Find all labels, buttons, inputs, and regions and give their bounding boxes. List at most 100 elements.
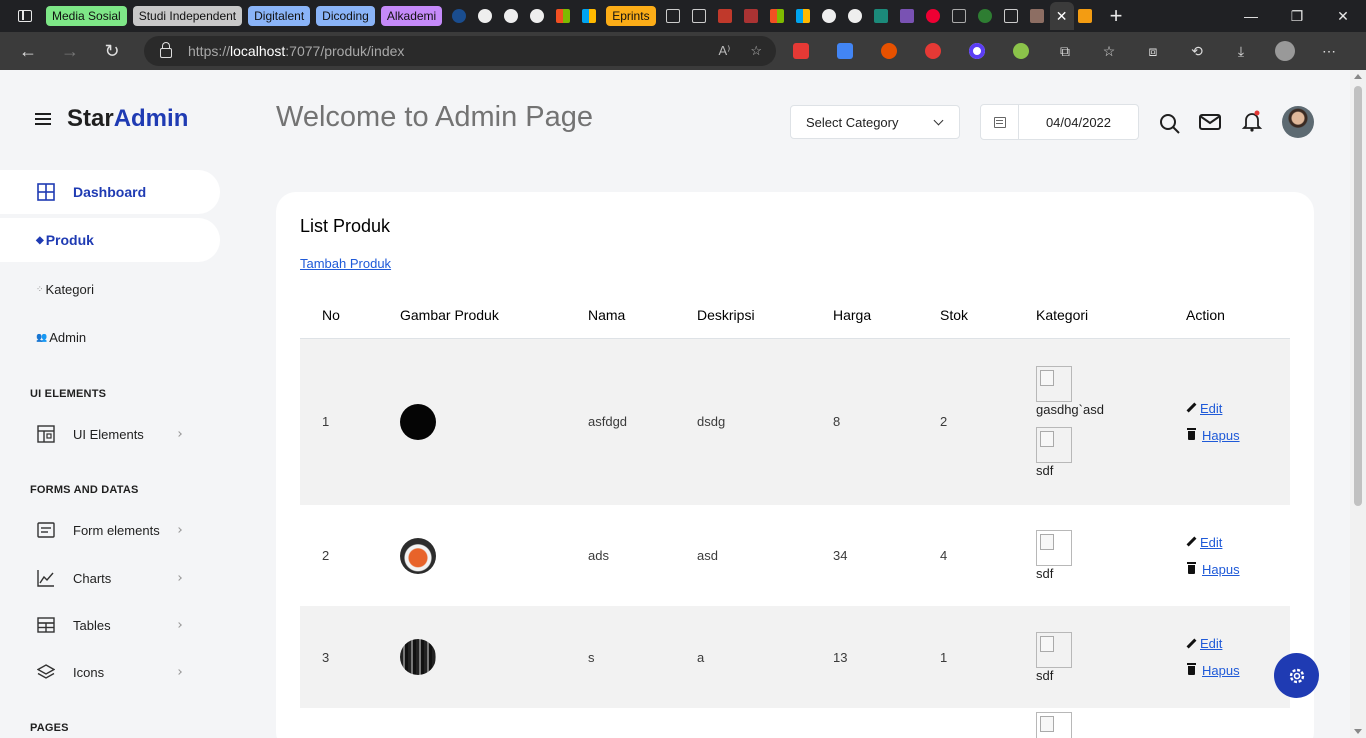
- sidebar-item-form-elements[interactable]: Form elements: [0, 508, 220, 552]
- pdf-tab-icon[interactable]: [740, 5, 762, 27]
- forward-icon[interactable]: →: [56, 37, 84, 65]
- microsoft-tab-icon[interactable]: [552, 5, 574, 27]
- table-row: 3 s a 13 1 sdf Edit Hapus: [300, 606, 1290, 708]
- github-tab-icon[interactable]: [526, 5, 548, 27]
- add-product-link[interactable]: Tambah Produk: [300, 256, 391, 271]
- tab-favicon[interactable]: [448, 5, 470, 27]
- broken-image-icon: [1036, 631, 1072, 668]
- edit-action: Edit: [1186, 535, 1290, 550]
- restore-icon[interactable]: ❐: [1274, 0, 1320, 32]
- extensions-icon[interactable]: ⧉: [1052, 38, 1078, 64]
- product-table: No Gambar Produk Nama Deskripsi Harga St…: [300, 292, 1290, 738]
- new-tab-button[interactable]: +: [1110, 5, 1123, 27]
- translate-icon[interactable]: [832, 38, 858, 64]
- adblock-icon[interactable]: [920, 38, 946, 64]
- sidebar-item-ui-elements[interactable]: UI Elements: [0, 412, 220, 456]
- col-header-kategori: Kategori: [1036, 292, 1186, 339]
- document-tab-icon[interactable]: [1000, 5, 1022, 27]
- menu-toggle-icon[interactable]: [35, 113, 51, 125]
- date-picker[interactable]: 04/04/2022: [980, 104, 1139, 140]
- pdf-tab-icon[interactable]: [714, 5, 736, 27]
- close-tab-icon[interactable]: ✕: [1049, 2, 1074, 30]
- delete-link[interactable]: Hapus: [1202, 663, 1240, 678]
- site-tab-icon[interactable]: [974, 5, 996, 27]
- tab-group-digitalent[interactable]: Digitalent: [248, 6, 311, 26]
- document-tab-icon[interactable]: [688, 5, 710, 27]
- category-name: sdf: [1036, 667, 1054, 683]
- scroll-thumb[interactable]: [1354, 86, 1362, 506]
- site-tab-icon[interactable]: [948, 5, 970, 27]
- sidebar-item-icons[interactable]: Icons: [0, 650, 220, 694]
- search-icon[interactable]: [1158, 112, 1182, 136]
- card-title: List Produk: [300, 216, 391, 236]
- github-tab-icon[interactable]: [844, 5, 866, 27]
- sidebar-item-admin[interactable]: 👥 Admin: [36, 330, 86, 345]
- cell-nama: ads: [588, 548, 609, 563]
- microsoft-tab-icon[interactable]: [766, 5, 788, 27]
- tab-group-alkademi[interactable]: Alkademi: [380, 6, 443, 26]
- tab-actions-icon[interactable]: [18, 10, 32, 22]
- delete-link[interactable]: Hapus: [1202, 562, 1240, 577]
- site-tab-icon[interactable]: [870, 5, 892, 27]
- site-tab-icon[interactable]: [1074, 5, 1096, 27]
- url-field[interactable]: https://localhost:7077/produk/index A⁾ ☆: [144, 36, 776, 66]
- microsoft-tab-icon[interactable]: [792, 5, 814, 27]
- sidebar-section-forms: FORMS AND DATAS: [30, 484, 139, 496]
- tab-group-media-sosial[interactable]: Media Sosial: [46, 6, 127, 26]
- sidebar-item-kategori[interactable]: ⁘ Kategori: [36, 282, 94, 297]
- delete-link[interactable]: Hapus: [1202, 428, 1240, 443]
- github-tab-icon[interactable]: [500, 5, 522, 27]
- settings-more-icon[interactable]: ⋯: [1316, 38, 1342, 64]
- cell-kategori: sdf: [1036, 606, 1186, 708]
- refresh-icon[interactable]: ↻: [98, 37, 126, 65]
- collections-icon[interactable]: ⧈: [1140, 38, 1166, 64]
- extension-icon[interactable]: [1008, 38, 1034, 64]
- sidebar-item-tables[interactable]: Tables: [0, 603, 220, 647]
- page-scrollbar[interactable]: [1350, 70, 1366, 738]
- lock-icon[interactable]: [160, 42, 172, 58]
- scroll-up-icon[interactable]: [1354, 74, 1362, 79]
- microsoft-tab-icon[interactable]: [578, 5, 600, 27]
- sidebar-item-produk[interactable]: ◆ Produk: [0, 218, 220, 262]
- settings-fab[interactable]: [1274, 653, 1319, 698]
- extension-icon[interactable]: [964, 38, 990, 64]
- profile-icon[interactable]: [1272, 38, 1298, 64]
- add-favorite-icon[interactable]: ☆: [750, 43, 762, 59]
- github-tab-icon[interactable]: [818, 5, 840, 27]
- sidebar-section-ui: UI ELEMENTS: [30, 388, 107, 400]
- tab-group-dicoding[interactable]: Dicoding: [316, 6, 375, 26]
- mail-icon[interactable]: [1198, 110, 1222, 134]
- chevron-right-icon: [176, 431, 182, 437]
- brand-logo[interactable]: StarAdmin: [67, 105, 188, 133]
- back-icon[interactable]: ←: [14, 37, 42, 65]
- close-window-icon[interactable]: ✕: [1320, 0, 1366, 32]
- history-icon[interactable]: ⟲: [1184, 38, 1210, 64]
- downloads-icon[interactable]: ⤓: [1228, 38, 1254, 64]
- read-aloud-icon[interactable]: A⁾: [718, 43, 730, 59]
- tab-group-eprints[interactable]: Eprints: [606, 6, 656, 26]
- edit-link[interactable]: Edit: [1200, 636, 1222, 651]
- extension-icon[interactable]: [876, 38, 902, 64]
- sidebar-item-charts[interactable]: Charts: [0, 556, 220, 600]
- edit-link[interactable]: Edit: [1200, 401, 1222, 416]
- calendar-icon[interactable]: [981, 105, 1019, 139]
- tag-icon: ◆: [36, 234, 44, 246]
- bootstrap-tab-icon[interactable]: [896, 5, 918, 27]
- table-row: [300, 708, 1290, 738]
- category-select[interactable]: Select Category: [790, 105, 960, 139]
- github-tab-icon[interactable]: [474, 5, 496, 27]
- extension-icon[interactable]: [788, 38, 814, 64]
- document-tab-icon[interactable]: [662, 5, 684, 27]
- site-tab-icon[interactable]: [1026, 5, 1048, 27]
- sidebar-item-dashboard[interactable]: Dashboard: [0, 170, 220, 214]
- bell-icon[interactable]: [1240, 109, 1264, 133]
- avatar[interactable]: [1282, 106, 1314, 138]
- favorites-icon[interactable]: ☆: [1096, 38, 1122, 64]
- scroll-down-icon[interactable]: [1354, 729, 1362, 734]
- line-chart-icon: [37, 570, 54, 587]
- edit-link[interactable]: Edit: [1200, 535, 1222, 550]
- grid-icon: [37, 183, 55, 201]
- minimize-icon[interactable]: —: [1228, 0, 1274, 32]
- tab-group-studi-independent[interactable]: Studi Independent: [132, 6, 243, 26]
- opera-tab-icon[interactable]: [922, 5, 944, 27]
